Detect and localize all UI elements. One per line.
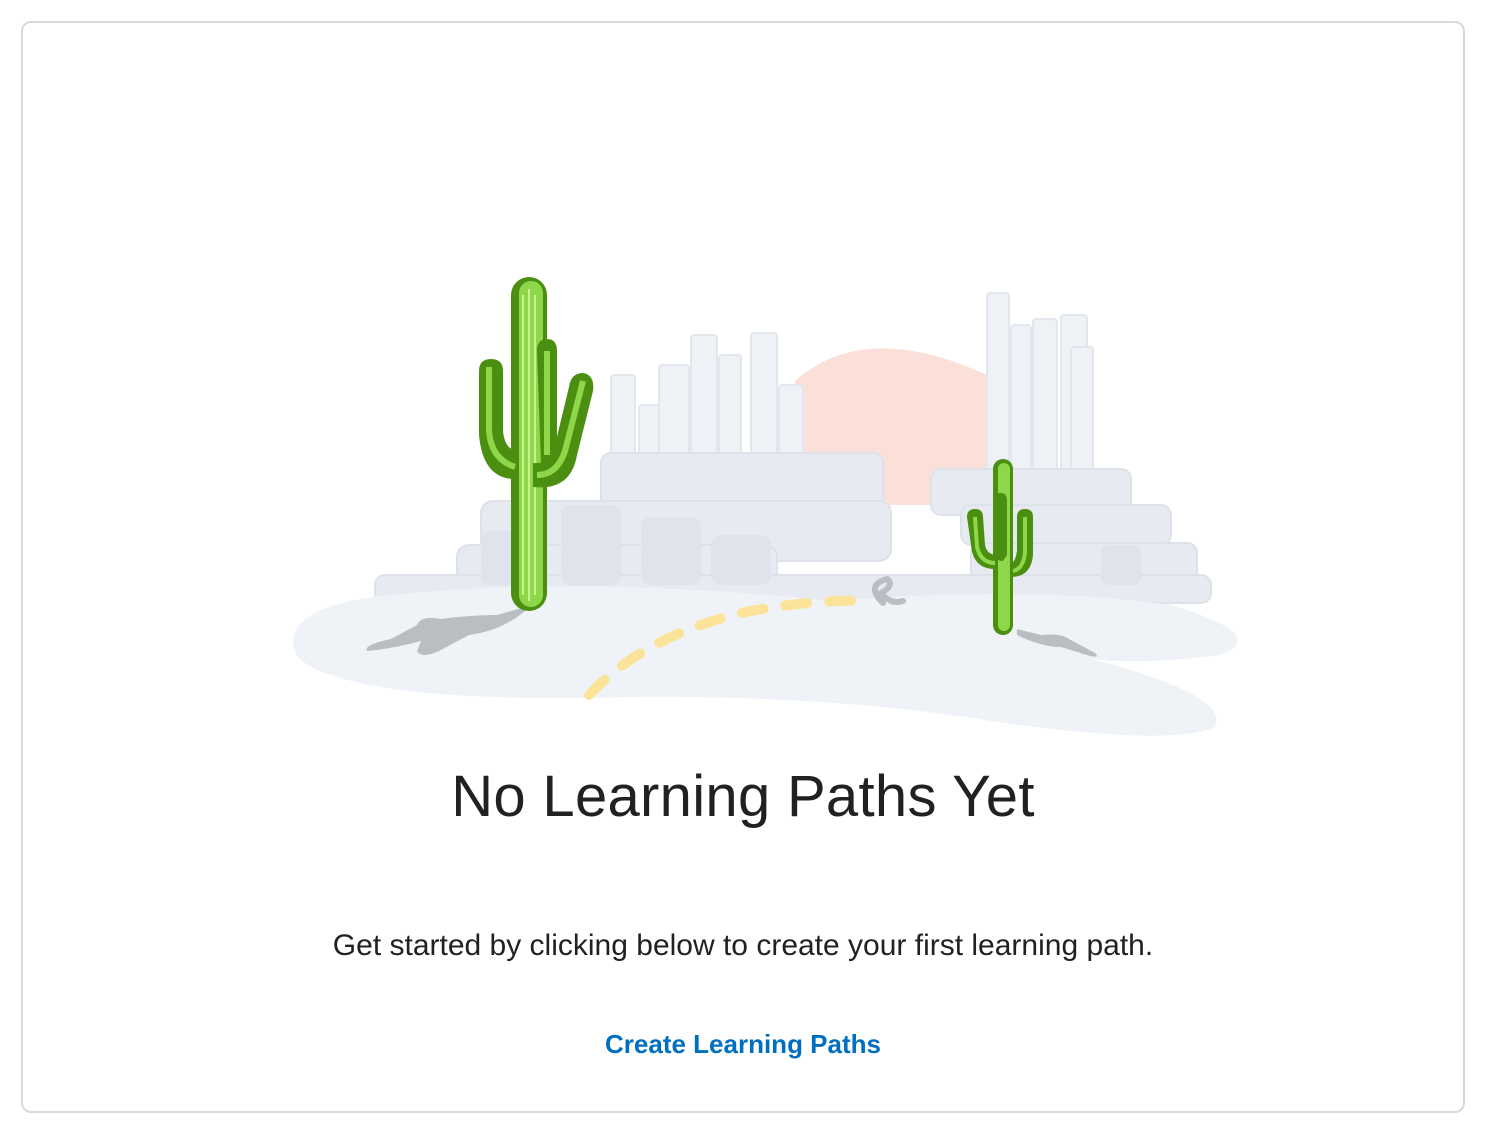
empty-state-title: No Learning Paths Yet xyxy=(451,764,1035,829)
empty-state-description: Get started by clicking below to create … xyxy=(332,929,1154,962)
empty-state-card: No Learning Paths Yet Get started by cli… xyxy=(21,21,1465,1113)
desert-illustration xyxy=(292,277,1238,736)
action-container: Create Learning Paths xyxy=(23,1026,1463,1062)
create-learning-paths-link[interactable]: Create Learning Paths xyxy=(605,1029,881,1059)
